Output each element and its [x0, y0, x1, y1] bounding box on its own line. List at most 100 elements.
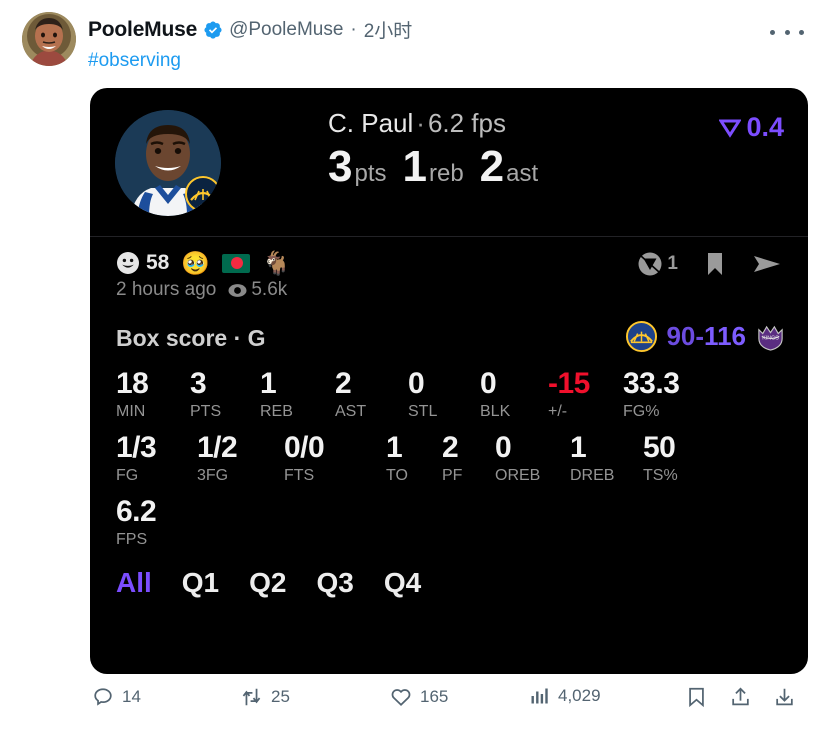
tweet-timestamp[interactable]: 2小时	[364, 16, 413, 43]
card-send-button[interactable]	[752, 251, 782, 277]
tab-all[interactable]: All	[116, 567, 152, 599]
tweet-header: PooleMuse @PooleMuse · 2小时 #observing	[0, 0, 824, 82]
stat-ast: 2 AST	[335, 367, 366, 422]
bangladesh-flag-emoji[interactable]	[222, 253, 250, 273]
stat-label: FTS	[284, 467, 315, 484]
reply-button[interactable]: 14	[92, 686, 141, 708]
stat-card[interactable]: C. Paul · 6.2 fps 3 pts 1 reb 2 ast 0.4 …	[90, 88, 808, 674]
stat-label: OREB	[495, 467, 541, 484]
avatar-image	[22, 12, 76, 66]
svg-text:KINGS: KINGS	[762, 335, 779, 341]
tweet-author-line: PooleMuse @PooleMuse · 2小时	[88, 16, 412, 43]
card-time-ago: 2 hours ago	[116, 279, 217, 300]
stat-label: MIN	[116, 403, 146, 420]
stat-plusminus: -15 +/-	[548, 367, 590, 422]
tweet-action-bar: 14 25 165 4,029	[0, 686, 824, 730]
tab-q4[interactable]: Q4	[384, 567, 421, 599]
stat-label: FPS	[116, 531, 148, 548]
retweet-count: 25	[271, 687, 290, 706]
kings-logo: KINGS	[758, 325, 783, 351]
headline-stats: 3 pts 1 reb 2 ast	[328, 142, 538, 192]
stats-row-3: 6.2 FPS	[90, 495, 808, 559]
download-button[interactable]	[774, 686, 795, 708]
trend-badge: 0.4	[719, 112, 784, 143]
like-button[interactable]: 165	[390, 686, 448, 708]
smiley-face-icon	[117, 252, 139, 274]
headline-stat-pts: 3 pts	[328, 142, 387, 192]
stat-value: 3	[190, 367, 207, 400]
views-button[interactable]: 4,029	[530, 686, 601, 706]
stat-value: 1/3	[116, 431, 157, 464]
retweet-button[interactable]: 25	[240, 686, 290, 708]
headline-stat-ast: 2 ast	[480, 142, 539, 192]
stat-value: 1	[260, 367, 277, 400]
reply-count: 14	[122, 687, 141, 706]
display-name[interactable]: PooleMuse	[88, 18, 197, 42]
stat-label: +/-	[548, 403, 568, 420]
stat-pf: 2 PF	[442, 431, 462, 486]
card-bookmark-button[interactable]	[704, 251, 726, 277]
bookmark-icon	[689, 687, 704, 708]
box-score-title: Box score · G	[116, 325, 266, 351]
stat-value: 50	[643, 431, 676, 464]
hashtag-link[interactable]: #observing	[88, 50, 181, 72]
dot	[770, 29, 775, 35]
score-line: 90-116	[666, 321, 746, 352]
share-button[interactable]	[730, 686, 751, 708]
stat-value: 1	[570, 431, 587, 464]
tab-q2[interactable]: Q2	[249, 567, 286, 599]
stat-value: 0	[495, 431, 512, 464]
stat-reb: 1 REB	[260, 367, 293, 422]
stat-value: 2	[442, 431, 459, 464]
card-action-icons: 1	[637, 251, 782, 277]
stat-label: PTS	[190, 403, 222, 420]
handle[interactable]: @PooleMuse	[229, 19, 343, 41]
score-dash: -	[695, 321, 705, 351]
headline-stat-value: 2	[479, 142, 505, 191]
bookmark-button[interactable]	[686, 686, 707, 708]
reaction-emojis: 58 🥹 🐐	[116, 251, 291, 275]
stat-fts: 0/0 FTS	[284, 431, 325, 486]
stat-label: REB	[260, 403, 293, 420]
header-separator: ·	[350, 18, 357, 40]
stat-dreb: 1 DREB	[570, 431, 614, 486]
stat-fgpct: 33.3 FG%	[623, 367, 680, 422]
like-count: 165	[420, 687, 449, 706]
tab-q1[interactable]: Q1	[182, 567, 219, 599]
eye-icon	[228, 283, 247, 297]
stat-oreb: 0 OREB	[495, 431, 540, 486]
stat-value: 1/2	[197, 431, 238, 464]
more-horizontal-icon[interactable]	[770, 22, 804, 42]
avatar[interactable]	[22, 12, 76, 66]
pleading-face-emoji[interactable]: 🥹	[181, 251, 210, 275]
stat-fps: 6.2 FPS	[116, 495, 157, 550]
tab-q3[interactable]: Q3	[317, 567, 354, 599]
stat-value: 0	[480, 367, 497, 400]
player-fps-label: 6.2 fps	[427, 108, 506, 138]
stat-label: PF	[442, 467, 463, 484]
views-count: 4,029	[558, 686, 601, 705]
views-icon	[531, 688, 548, 704]
download-icon	[776, 688, 793, 706]
tweet-container: PooleMuse @PooleMuse · 2小时 #observing C.…	[0, 0, 824, 730]
stats-row-2: 1/3 FG 1/2 3FG 0/0 FTS 1 TO 2 PF 0 OREB	[90, 431, 808, 495]
score-group: 90-116 KINGS	[626, 321, 786, 352]
stat-to: 1 TO	[386, 431, 408, 486]
headline-stat-value: 1	[402, 142, 428, 191]
card-top-section: C. Paul · 6.2 fps 3 pts 1 reb 2 ast 0.4	[90, 88, 808, 236]
vote-badge-button[interactable]: 1	[637, 251, 678, 277]
goat-emoji[interactable]: 🐐	[262, 251, 291, 275]
bookmark-icon	[708, 253, 722, 275]
stat-value: 6.2	[116, 495, 157, 528]
warriors-logo	[626, 321, 658, 352]
stat-label: FG%	[623, 403, 660, 420]
smiley-reaction[interactable]: 58	[116, 251, 169, 275]
stat-stl: 0 STL	[408, 367, 437, 422]
dot	[784, 29, 790, 35]
stat-label: BLK	[480, 403, 511, 420]
dot	[799, 29, 804, 35]
stat-3fg: 1/2 3FG	[197, 431, 238, 486]
like-icon	[391, 689, 411, 706]
stat-label: TS%	[643, 467, 678, 484]
headline-stat-label: pts	[354, 160, 387, 187]
